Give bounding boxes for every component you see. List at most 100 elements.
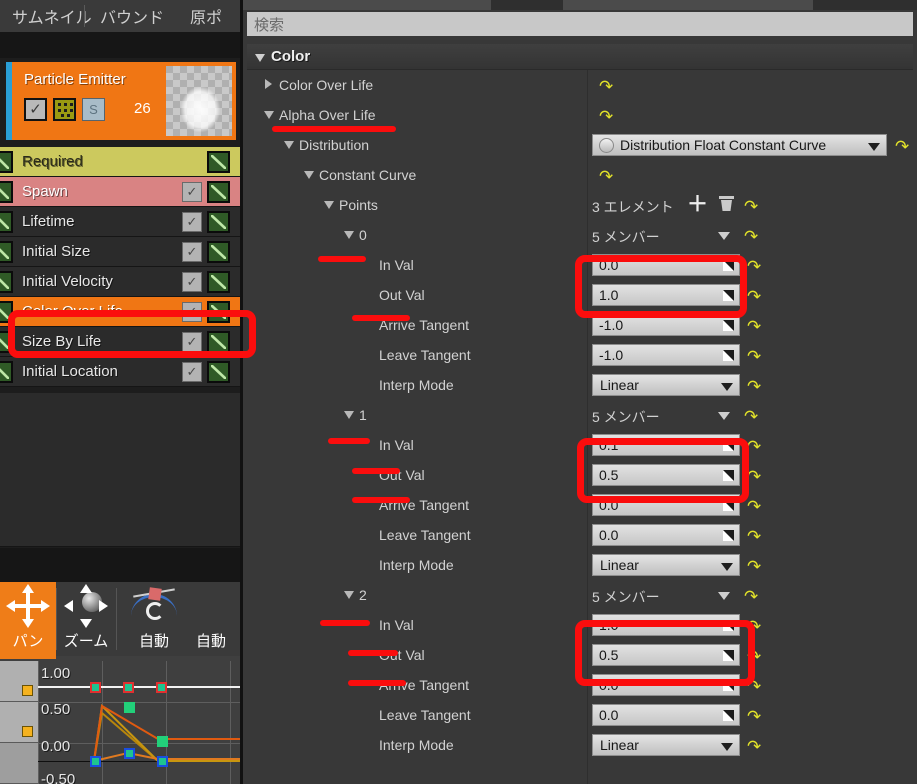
module-enabled-checkbox[interactable]: ✓ — [182, 242, 202, 262]
reset-to-default-icon[interactable] — [895, 144, 908, 157]
module-curve-icon[interactable] — [0, 361, 13, 383]
property-row-distribution[interactable]: Distribution Distribution Float Constant … — [247, 130, 913, 160]
chevron-down-icon[interactable] — [721, 383, 733, 391]
curve-key-point[interactable] — [157, 736, 168, 747]
curve-key-point[interactable] — [124, 702, 135, 713]
reset-to-default-icon[interactable] — [747, 504, 760, 517]
spinner-icon[interactable] — [723, 290, 734, 301]
chevron-down-icon[interactable] — [344, 591, 354, 599]
property-row-constant-curve[interactable]: Constant Curve — [247, 160, 913, 190]
curve-track-1-color-swatch[interactable] — [22, 726, 33, 737]
reset-to-default-icon[interactable] — [747, 654, 760, 667]
property-row-color-over-life[interactable]: Color Over Life — [247, 70, 913, 100]
curve-track-2[interactable] — [0, 743, 38, 784]
reset-to-default-icon[interactable] — [744, 204, 757, 217]
curve-key-point[interactable] — [123, 682, 134, 693]
module-graph-button[interactable] — [207, 301, 230, 323]
emitter-grid-icon[interactable] — [53, 98, 76, 121]
reset-to-default-icon[interactable] — [747, 624, 760, 637]
spinner-icon[interactable] — [723, 500, 734, 511]
reset-to-default-icon[interactable] — [744, 234, 757, 247]
module-graph-button[interactable] — [207, 331, 230, 353]
details-tab-1[interactable] — [243, 0, 491, 10]
module-graph-button[interactable] — [207, 151, 230, 173]
reset-to-default-icon[interactable] — [747, 294, 760, 307]
module-curve-icon[interactable] — [0, 241, 13, 263]
module-curve-icon[interactable] — [0, 331, 13, 353]
property-number-input[interactable]: -1.0 — [592, 344, 740, 366]
zoom-tool[interactable]: ズーム — [58, 582, 114, 656]
emitter-solo-button[interactable]: S — [82, 98, 105, 121]
tab-origin[interactable]: 原ポ — [178, 0, 234, 32]
spinner-icon[interactable] — [723, 350, 734, 361]
property-row-point-0-interp-mode[interactable]: Interp Mode Linear — [247, 370, 913, 400]
search-input[interactable]: 検索 — [247, 12, 913, 36]
chevron-down-icon[interactable] — [264, 111, 274, 119]
auto-tool[interactable]: 自動 — [120, 582, 188, 656]
property-row-points[interactable]: Points 3 エレメント ＋ — [247, 190, 913, 220]
curve-track-0[interactable] — [0, 661, 38, 702]
add-element-button[interactable]: ＋ — [687, 194, 708, 215]
curve-key-point[interactable] — [90, 756, 101, 767]
spinner-icon[interactable] — [723, 260, 734, 271]
curve-key-point[interactable] — [90, 682, 101, 693]
module-enabled-checkbox[interactable]: ✓ — [182, 302, 202, 322]
chevron-down-icon[interactable] — [344, 411, 354, 419]
property-enum-dropdown[interactable]: Linear — [592, 734, 740, 756]
module-row-initial-location[interactable]: Initial Location ✓ — [0, 357, 240, 387]
reset-to-default-icon[interactable] — [747, 264, 760, 277]
property-number-input[interactable]: 0.5 — [592, 644, 740, 666]
module-curve-icon[interactable] — [0, 301, 13, 323]
property-number-input[interactable]: 1.0 — [592, 614, 740, 636]
module-enabled-checkbox[interactable]: ✓ — [182, 182, 202, 202]
property-row-point-1-leave-tangent[interactable]: Leave Tangent 0.0 — [247, 520, 913, 550]
reset-to-default-icon[interactable] — [747, 534, 760, 547]
spinner-icon[interactable] — [723, 440, 734, 451]
module-row-size-by-life[interactable]: Size By Life ✓ — [0, 327, 240, 357]
pan-tool[interactable]: パン — [0, 582, 56, 656]
module-row-lifetime[interactable]: Lifetime ✓ — [0, 207, 240, 237]
property-row-point-1-interp-mode[interactable]: Interp Mode Linear — [247, 550, 913, 580]
module-curve-icon[interactable] — [0, 181, 13, 203]
spinner-icon[interactable] — [723, 470, 734, 481]
reset-to-default-icon[interactable] — [747, 474, 760, 487]
reset-to-default-icon[interactable] — [744, 414, 757, 427]
property-row-alpha-over-life[interactable]: Alpha Over Life — [247, 100, 913, 130]
reset-to-default-icon[interactable] — [747, 384, 760, 397]
module-row-required[interactable]: Required — [0, 147, 240, 177]
module-graph-button[interactable] — [207, 211, 230, 233]
module-graph-button[interactable] — [207, 361, 230, 383]
reset-to-default-icon[interactable] — [599, 84, 612, 97]
spinner-icon[interactable] — [723, 620, 734, 631]
property-row-point-0-out-val[interactable]: Out Val 1.0 — [247, 280, 913, 310]
module-enabled-checkbox[interactable]: ✓ — [182, 332, 202, 352]
curve-track-1[interactable] — [0, 702, 38, 743]
property-row-point-0-arrive-tangent[interactable]: Arrive Tangent -1.0 — [247, 310, 913, 340]
module-graph-button[interactable] — [207, 271, 230, 293]
curve-track-0-color-swatch[interactable] — [22, 685, 33, 696]
module-enabled-checkbox[interactable]: ✓ — [182, 212, 202, 232]
property-row-point-2[interactable]: 2 5 メンバー — [247, 580, 913, 610]
chevron-down-icon[interactable] — [284, 141, 294, 149]
chevron-down-icon[interactable] — [304, 171, 314, 179]
chevron-down-icon[interactable] — [721, 563, 733, 571]
module-graph-button[interactable] — [207, 241, 230, 263]
category-header-color[interactable]: Color — [247, 44, 913, 70]
spinner-icon[interactable] — [723, 680, 734, 691]
reset-to-default-icon[interactable] — [744, 594, 757, 607]
spinner-icon[interactable] — [723, 320, 734, 331]
property-row-point-0-leave-tangent[interactable]: Leave Tangent -1.0 — [247, 340, 913, 370]
property-number-input[interactable]: 1.0 — [592, 284, 740, 306]
spinner-icon[interactable] — [723, 650, 734, 661]
curve-key-point[interactable] — [156, 682, 167, 693]
particle-emitter-card[interactable]: Particle Emitter ✓ S 26 — [6, 62, 236, 140]
reset-to-default-icon[interactable] — [747, 354, 760, 367]
property-number-input[interactable]: 0.5 — [592, 464, 740, 486]
curve-plot[interactable]: 1.00 0.50 0.00 -0.50 — [38, 661, 243, 784]
module-curve-icon[interactable] — [0, 271, 13, 293]
curve-editor[interactable]: 1.00 0.50 0.00 -0.50 — [0, 656, 243, 784]
chevron-right-icon[interactable] — [265, 79, 272, 89]
property-row-point-1-arrive-tangent[interactable]: Arrive Tangent 0.0 — [247, 490, 913, 520]
reset-to-default-icon[interactable] — [747, 744, 760, 757]
reset-to-default-icon[interactable] — [747, 564, 760, 577]
